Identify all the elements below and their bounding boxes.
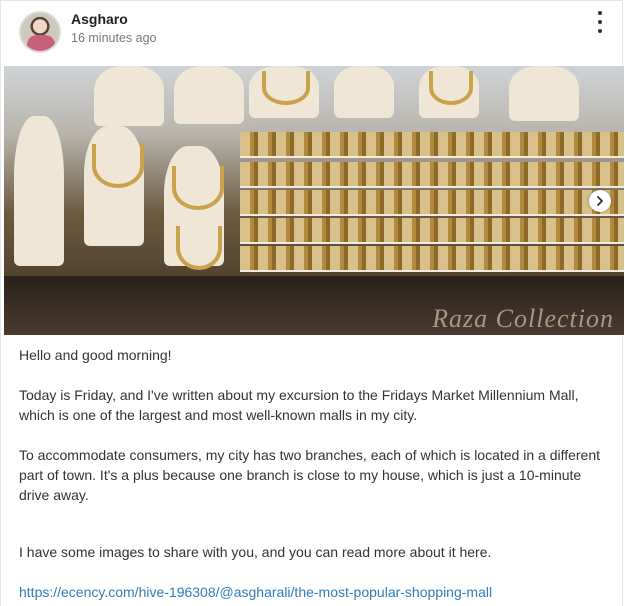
post-timestamp: 16 minutes ago [71, 31, 157, 45]
image-watermark: Raza Collection [432, 304, 614, 333]
link-paragraph: https://ecency.com/hive-196308/@asgharal… [19, 582, 492, 602]
chevron-right-icon[interactable] [589, 190, 611, 212]
necklace [429, 71, 473, 105]
post-link[interactable]: https://ecency.com/hive-196308/@asgharal… [19, 584, 492, 600]
necklace [176, 226, 222, 270]
paragraph: I have some images to share with you, an… [19, 544, 492, 560]
post-header: Asgharo 16 minutes ago [19, 9, 609, 55]
kebab-menu-icon[interactable] [591, 11, 609, 33]
bangle-shelf [240, 162, 624, 186]
display-bust [94, 66, 164, 126]
necklace [92, 144, 144, 188]
post-image[interactable]: Raza Collection [4, 66, 624, 335]
paragraph: Today is Friday, and I've written about … [19, 387, 579, 423]
display-bust [334, 66, 394, 118]
bangle-shelf [240, 246, 624, 270]
paragraph: Hello and good morning! [19, 347, 172, 363]
display-bust [14, 116, 64, 266]
display-bust [174, 66, 244, 124]
bangle-shelf [240, 218, 624, 242]
post-card: Asgharo 16 minutes ago Raza Collection H… [0, 0, 624, 606]
necklace [262, 71, 310, 105]
author-name[interactable]: Asgharo [71, 11, 128, 27]
bangle-shelf [240, 190, 624, 214]
necklace [172, 166, 224, 210]
paragraph: To accommodate consumers, my city has tw… [19, 447, 601, 503]
author-avatar[interactable] [19, 11, 61, 53]
display-bust [509, 66, 579, 121]
bangle-shelf [240, 132, 624, 156]
